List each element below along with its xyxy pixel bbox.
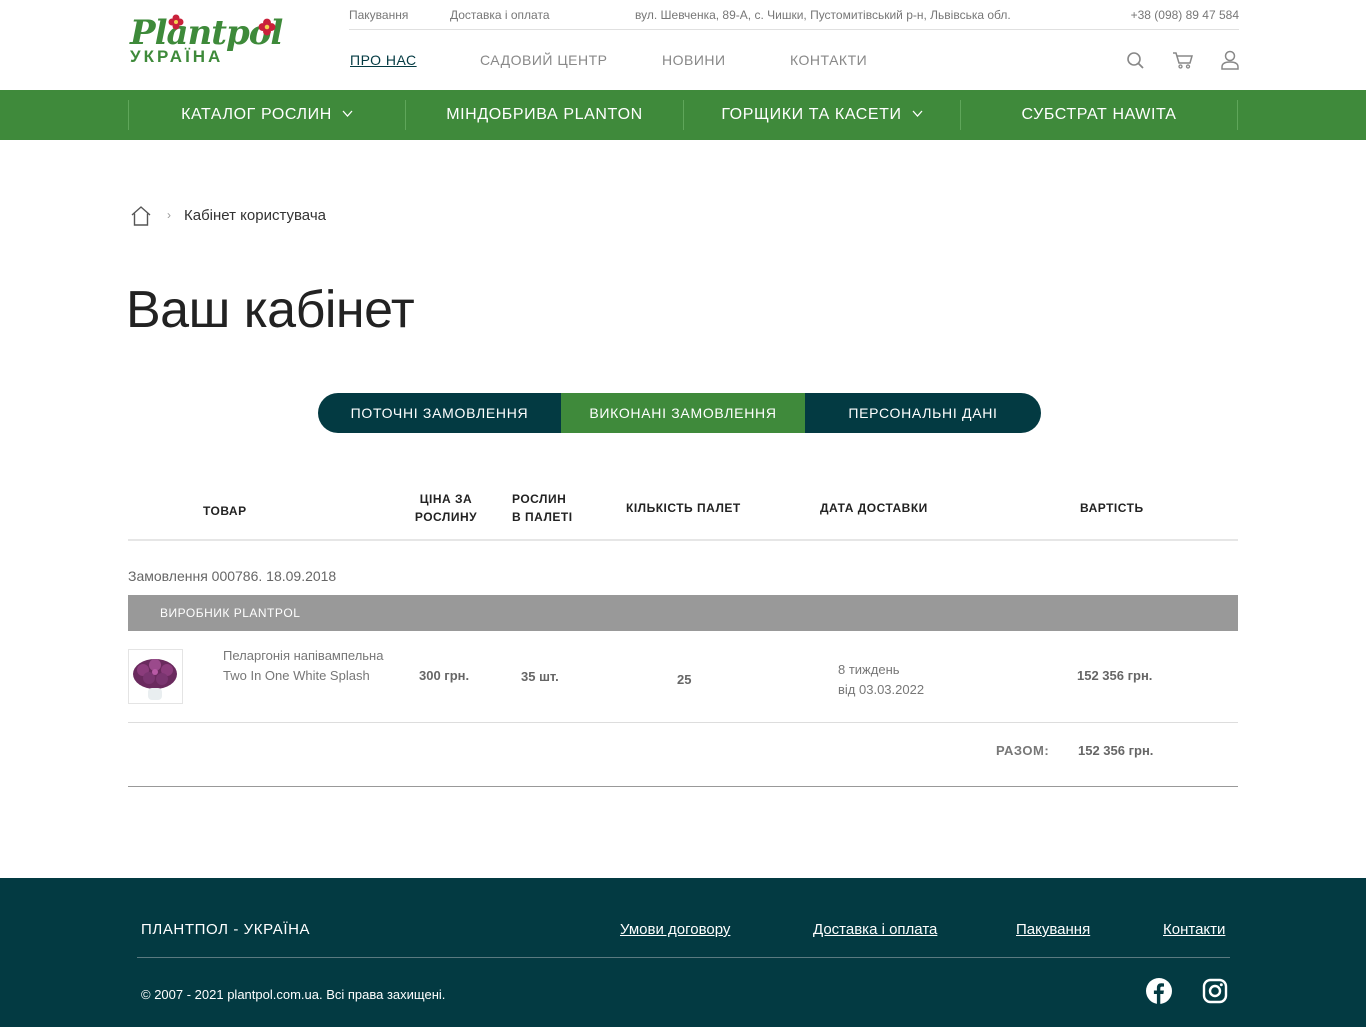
footer-copyright: © 2007 - 2021 plantpol.com.ua. Всі права… — [141, 987, 446, 1002]
tab-completed-orders[interactable]: ВИКОНАНІ ЗАМОВЛЕННЯ — [561, 393, 805, 433]
catalog-menu-bar: КАТАЛОГ РОСЛИН МІНДОБРИВА PLANTON ГОРЩИК… — [0, 90, 1366, 140]
topbar-address: вул. Шевченка, 89-А, с. Чишки, Пустомиті… — [635, 8, 1011, 22]
col-header-per-pallet-line1: РОСЛИН — [512, 492, 567, 506]
topbar-delivery-link[interactable]: Доставка і оплата — [450, 8, 550, 22]
chevron-right-icon: › — [167, 208, 171, 222]
delivery-week: 8 тиждень — [838, 662, 900, 677]
search-icon[interactable] — [1124, 50, 1146, 70]
product-name[interactable]: Пеларгонія напівампельна Two In One Whit… — [223, 646, 383, 686]
footer-divider — [137, 957, 1230, 958]
site-header: Plantpol УКРАЇНА Пакування Доставка і оп… — [0, 0, 1366, 90]
footer-link-terms[interactable]: Умови договору — [620, 921, 730, 938]
menu-plant-catalog[interactable]: КАТАЛОГ РОСЛИН — [128, 100, 405, 130]
col-header-price: ЦІНА ЗА РОСЛИНУ — [414, 490, 478, 526]
top-info-bar: Пакування Доставка і оплата вул. Шевченк… — [349, 0, 1239, 30]
order-title: Замовлення 000786. 18.09.2018 — [128, 568, 337, 584]
product-pallets: 25 — [677, 672, 692, 687]
breadcrumb-current: Кабінет користувача — [184, 207, 326, 224]
plant-image — [133, 659, 177, 700]
flower-icon — [258, 18, 276, 36]
menu-pots-label: ГОРЩИКИ ТА КАСЕТИ — [721, 106, 902, 123]
product-name-line1: Пеларгонія напівампельна — [223, 648, 384, 663]
delivery-date: від 03.03.2022 — [838, 682, 925, 697]
account-tabs: ПОТОЧНІ ЗАМОВЛЕННЯ ВИКОНАНІ ЗАМОВЛЕННЯ П… — [318, 393, 1041, 433]
nav-garden-center[interactable]: САДОВИЙ ЦЕНТР — [480, 52, 608, 68]
menu-pots[interactable]: ГОРЩИКИ ТА КАСЕТИ — [683, 100, 960, 130]
col-header-product: ТОВАР — [203, 504, 247, 518]
col-header-cost: ВАРТІСТЬ — [1080, 501, 1144, 515]
menu-substrate[interactable]: СУБСТРАТ HAWITA — [960, 100, 1238, 130]
chevron-down-icon — [342, 109, 353, 121]
col-header-per-pallet: РОСЛИН В ПАЛЕТІ — [512, 490, 573, 526]
page-title: Ваш кабінет — [126, 281, 415, 339]
product-cost: 152 356 грн. — [1077, 668, 1153, 683]
tab-personal-data[interactable]: ПЕРСОНАЛЬНІ ДАНІ — [805, 393, 1041, 433]
logo[interactable]: Plantpol УКРАЇНА — [130, 14, 286, 70]
site-footer: ПЛАНТПОЛ - УКРАЇНА Умови договору Достав… — [0, 878, 1366, 1027]
tab-current-orders[interactable]: ПОТОЧНІ ЗАМОВЛЕННЯ — [318, 393, 561, 433]
facebook-icon[interactable] — [1146, 978, 1172, 1004]
product-name-line2: Two In One White Splash — [223, 668, 370, 683]
row-divider — [128, 722, 1238, 723]
product-per-pallet: 35 шт. — [521, 669, 559, 684]
user-icon[interactable] — [1219, 50, 1241, 70]
col-header-pallets: КІЛЬКІСТЬ ПАЛЕТ — [626, 501, 741, 515]
product-delivery: 8 тиждень від 03.03.2022 — [838, 660, 924, 700]
header-divider — [128, 539, 1238, 541]
col-header-delivery: ДАТА ДОСТАВКИ — [820, 501, 928, 515]
order-end-divider — [128, 786, 1238, 787]
nav-contacts[interactable]: КОНТАКТИ — [790, 52, 867, 68]
product-price: 300 грн. — [419, 668, 470, 683]
menu-fertilizers-label: МІНДОБРИВА PLANTON — [446, 106, 643, 123]
instagram-icon[interactable] — [1202, 978, 1228, 1004]
maker-label: ВИРОБНИК PLANTPOL — [160, 606, 301, 620]
maker-bar: ВИРОБНИК PLANTPOL — [128, 595, 1238, 631]
chevron-down-icon — [912, 109, 923, 121]
menu-substrate-label: СУБСТРАТ HAWITA — [1021, 106, 1177, 123]
footer-brand: ПЛАНТПОЛ - УКРАЇНА — [141, 921, 311, 938]
topbar-phone[interactable]: +38 (098) 89 47 584 — [1131, 8, 1239, 22]
home-icon[interactable] — [130, 205, 152, 227]
footer-link-packaging[interactable]: Пакування — [1016, 921, 1090, 938]
flower-icon — [168, 14, 184, 30]
nav-about[interactable]: ПРО НАС — [350, 52, 417, 68]
footer-link-contacts[interactable]: Контакти — [1163, 921, 1225, 938]
topbar-packaging-link[interactable]: Пакування — [349, 8, 408, 22]
product-thumbnail[interactable] — [128, 649, 183, 704]
nav-news[interactable]: НОВИНИ — [662, 52, 726, 68]
menu-fertilizers[interactable]: МІНДОБРИВА PLANTON — [405, 100, 683, 130]
col-header-per-pallet-line2: В ПАЛЕТІ — [512, 510, 573, 524]
col-header-price-line2: РОСЛИНУ — [414, 510, 478, 524]
cart-icon[interactable] — [1172, 50, 1194, 70]
total-value: 152 356 грн. — [1078, 743, 1154, 758]
col-header-price-line1: ЦІНА ЗА — [419, 492, 473, 506]
footer-link-delivery[interactable]: Доставка і оплата — [813, 921, 937, 938]
total-label: РАЗОМ: — [996, 743, 1050, 758]
menu-plant-catalog-label: КАТАЛОГ РОСЛИН — [181, 106, 332, 123]
